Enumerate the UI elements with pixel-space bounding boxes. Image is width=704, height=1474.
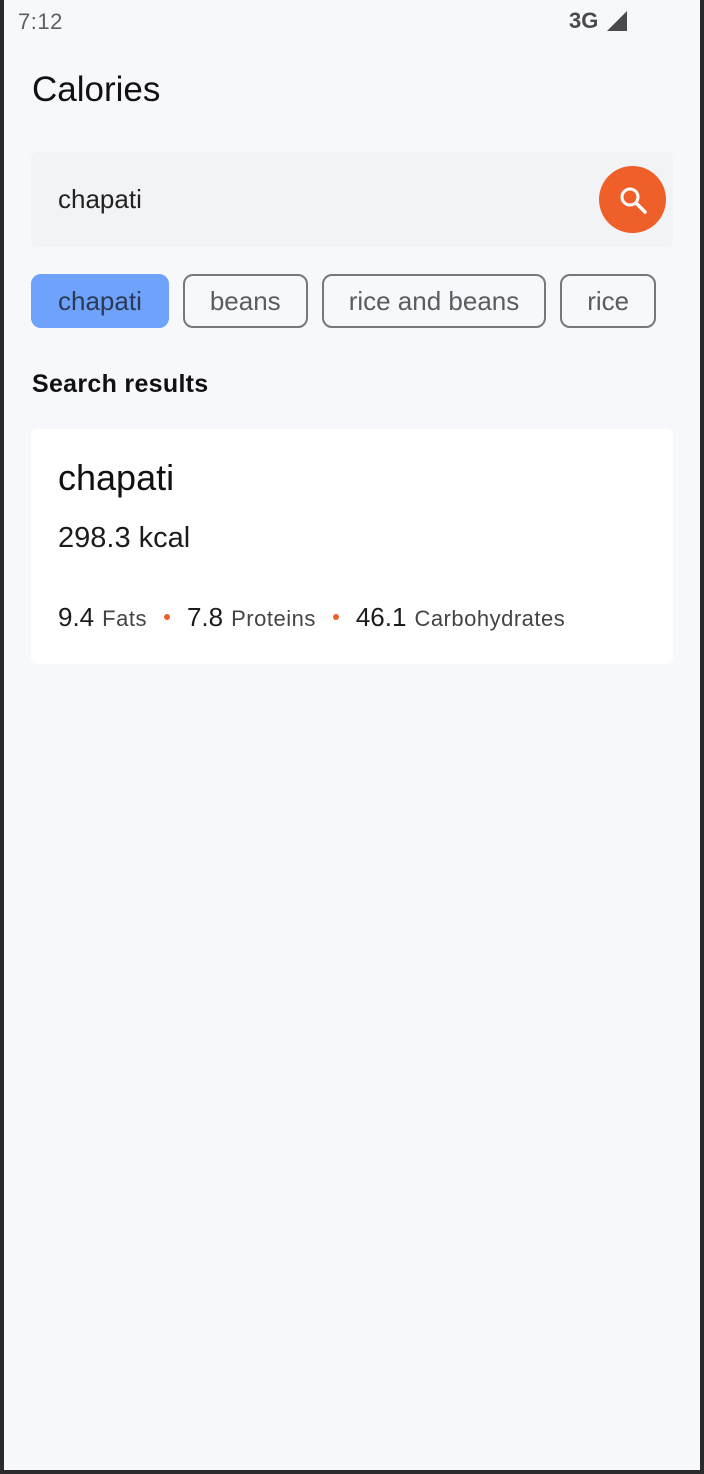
proteins-label: Proteins <box>231 606 316 631</box>
fats-value: 9.4 <box>58 602 95 632</box>
separator-dot <box>163 614 170 620</box>
fats-label: Fats <box>102 606 147 631</box>
status-time: 7:12 <box>18 9 63 34</box>
food-calories: 298.3 kcal <box>58 522 191 554</box>
network-type: 3G <box>569 8 599 33</box>
search-input[interactable] <box>31 152 591 247</box>
chip-rice-and-beans[interactable]: rice and beans <box>321 274 547 328</box>
suggestion-chips: chapati beans rice and beans rice <box>31 274 657 328</box>
chip-rice[interactable]: rice <box>560 274 657 328</box>
search-box <box>31 152 673 247</box>
proteins-value: 7.8 <box>186 602 224 632</box>
carbs-value: 46.1 <box>355 602 407 632</box>
search-results-heading: Search results <box>32 370 209 398</box>
app-screen: 7:12 3G Calories chapati beans rice and … <box>4 0 700 1470</box>
chip-chapati[interactable]: chapati <box>31 274 169 328</box>
food-name: chapati <box>58 457 175 498</box>
separator-dot <box>332 614 339 620</box>
page-title: Calories <box>32 70 161 109</box>
search-icon <box>620 187 647 214</box>
status-bar: 7:12 3G <box>4 0 700 42</box>
macros-row: 9.4 Fats 7.8 Proteins 46.1 Carbohydrates <box>58 602 565 633</box>
cellular-signal-icon <box>607 11 627 31</box>
search-button[interactable] <box>599 166 666 233</box>
result-card[interactable]: chapati 298.3 kcal 9.4 Fats 7.8 Proteins… <box>31 429 673 664</box>
chip-beans[interactable]: beans <box>182 274 308 328</box>
carbs-label: Carbohydrates <box>414 606 566 631</box>
